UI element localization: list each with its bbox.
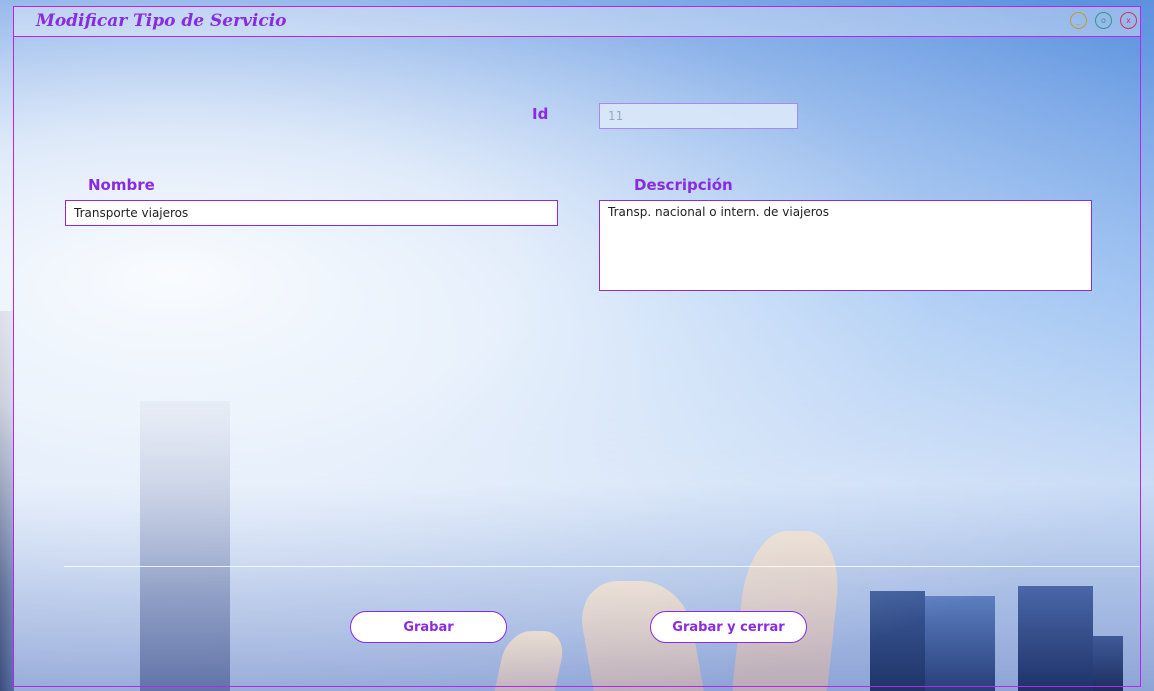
dialog-window: Modificar Tipo de Servicio _ o x Id Nomb… [13,6,1141,687]
id-label: Id [532,105,549,123]
nombre-label: Nombre [88,176,155,194]
footer-divider [64,566,1140,567]
descripcion-textarea[interactable]: Transp. nacional o intern. de viajeros [599,200,1092,291]
descripcion-label: Descripción [634,176,733,194]
close-button[interactable]: x [1120,12,1137,29]
grabar-button[interactable]: Grabar [350,611,507,643]
maximize-button[interactable]: o [1095,12,1112,29]
id-field [599,103,798,129]
grabar-y-cerrar-button[interactable]: Grabar y cerrar [650,611,807,643]
window-title: Modificar Tipo de Servicio [36,11,287,31]
title-bar[interactable]: Modificar Tipo de Servicio _ o x [14,7,1140,37]
minimize-button[interactable]: _ [1070,12,1087,29]
nombre-input[interactable] [65,200,558,226]
